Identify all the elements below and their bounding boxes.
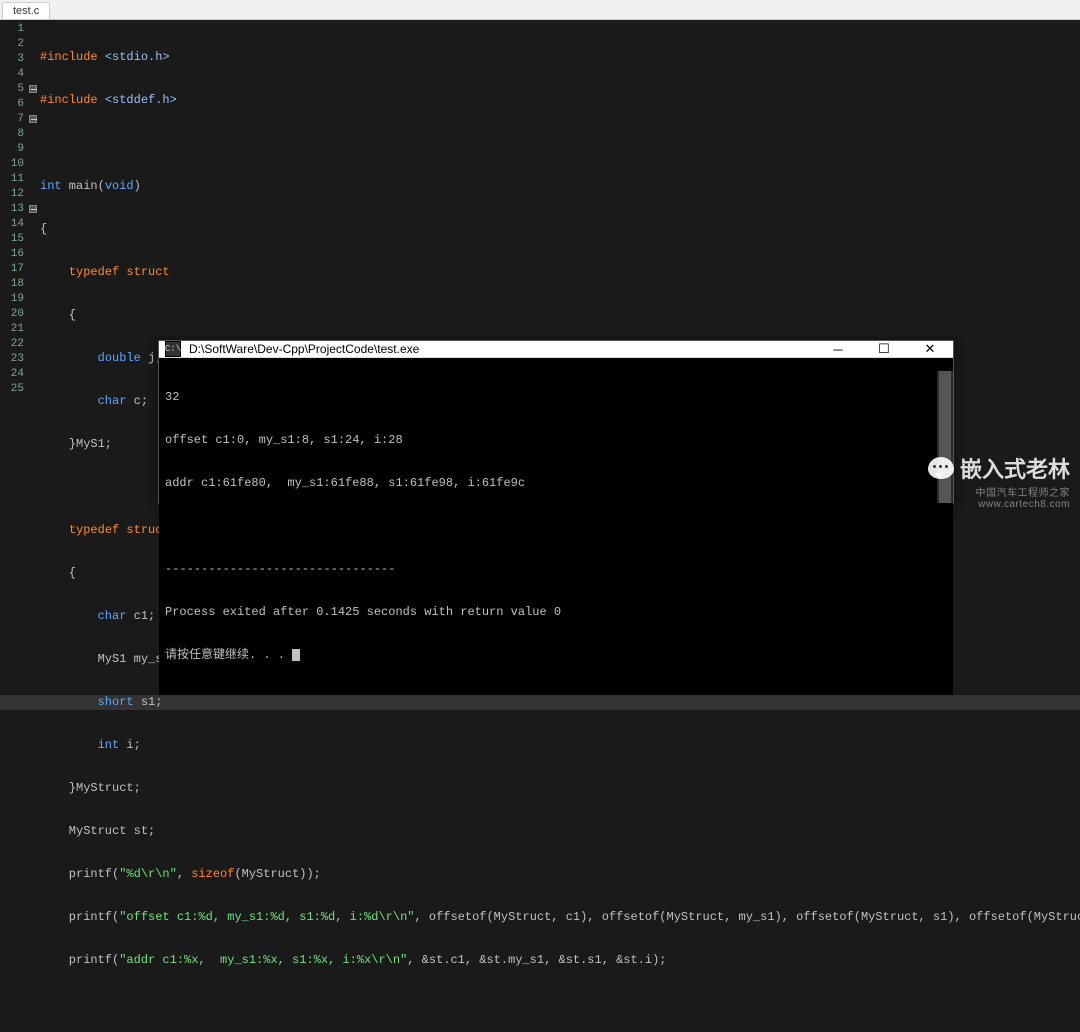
console-scrollbar[interactable] [937, 371, 953, 503]
console-line: offset c1:0, my_s1:8, s1:24, i:28 [165, 433, 947, 448]
line-number: 18 [0, 277, 28, 292]
line-number: 6 [0, 97, 28, 112]
line-number: 20 [0, 307, 28, 322]
line-number: 23 [0, 352, 28, 367]
minimize-button[interactable]: ─ [815, 341, 861, 357]
console-title: D:\SoftWare\Dev-Cpp\ProjectCode\test.exe [187, 342, 815, 356]
fold-column [28, 20, 40, 516]
fold-toggle-icon[interactable] [29, 115, 37, 123]
tab-bar: test.c [0, 0, 1080, 20]
line-number: 14 [0, 217, 28, 232]
console-titlebar[interactable]: C:\ D:\SoftWare\Dev-Cpp\ProjectCode\test… [159, 341, 953, 358]
line-number: 12 [0, 187, 28, 202]
console-output[interactable]: 32 offset c1:0, my_s1:8, s1:24, i:28 add… [159, 358, 953, 695]
line-number: 11 [0, 172, 28, 187]
close-button[interactable]: ✕ [907, 341, 953, 357]
line-number: 24 [0, 367, 28, 382]
scrollbar-thumb[interactable] [939, 371, 951, 503]
line-number: 22 [0, 337, 28, 352]
line-number: 1 [0, 22, 28, 37]
console-line: addr c1:61fe80, my_s1:61fe88, s1:61fe98,… [165, 476, 947, 491]
tab-file[interactable]: test.c [2, 2, 50, 19]
console-line: 请按任意键继续. . . [165, 648, 947, 663]
line-number: 25 [0, 382, 28, 397]
line-gutter: 1 2 3 4 5 6 7 8 9 10 11 12 13 14 15 16 1… [0, 20, 28, 516]
fold-toggle-icon[interactable] [29, 85, 37, 93]
cursor-icon [292, 649, 300, 661]
line-number: 2 [0, 37, 28, 52]
line-number: 21 [0, 322, 28, 337]
console-line: 32 [165, 390, 947, 405]
line-number: 8 [0, 127, 28, 142]
line-number: 15 [0, 232, 28, 247]
line-number: 4 [0, 67, 28, 82]
fold-toggle-icon[interactable] [29, 205, 37, 213]
line-number: 13 [0, 202, 28, 217]
console-line [165, 519, 947, 534]
console-line: -------------------------------- [165, 562, 947, 577]
line-number: 7 [0, 112, 28, 127]
line-number: 9 [0, 142, 28, 157]
line-number: 17 [0, 262, 28, 277]
console-window[interactable]: C:\ D:\SoftWare\Dev-Cpp\ProjectCode\test… [158, 340, 954, 504]
line-number: 19 [0, 292, 28, 307]
line-number: 5 [0, 82, 28, 97]
console-icon: C:\ [165, 341, 181, 357]
maximize-button[interactable]: ☐ [861, 341, 907, 357]
line-number: 16 [0, 247, 28, 262]
line-number: 10 [0, 157, 28, 172]
console-line: Process exited after 0.1425 seconds with… [165, 605, 947, 620]
line-number: 3 [0, 52, 28, 67]
